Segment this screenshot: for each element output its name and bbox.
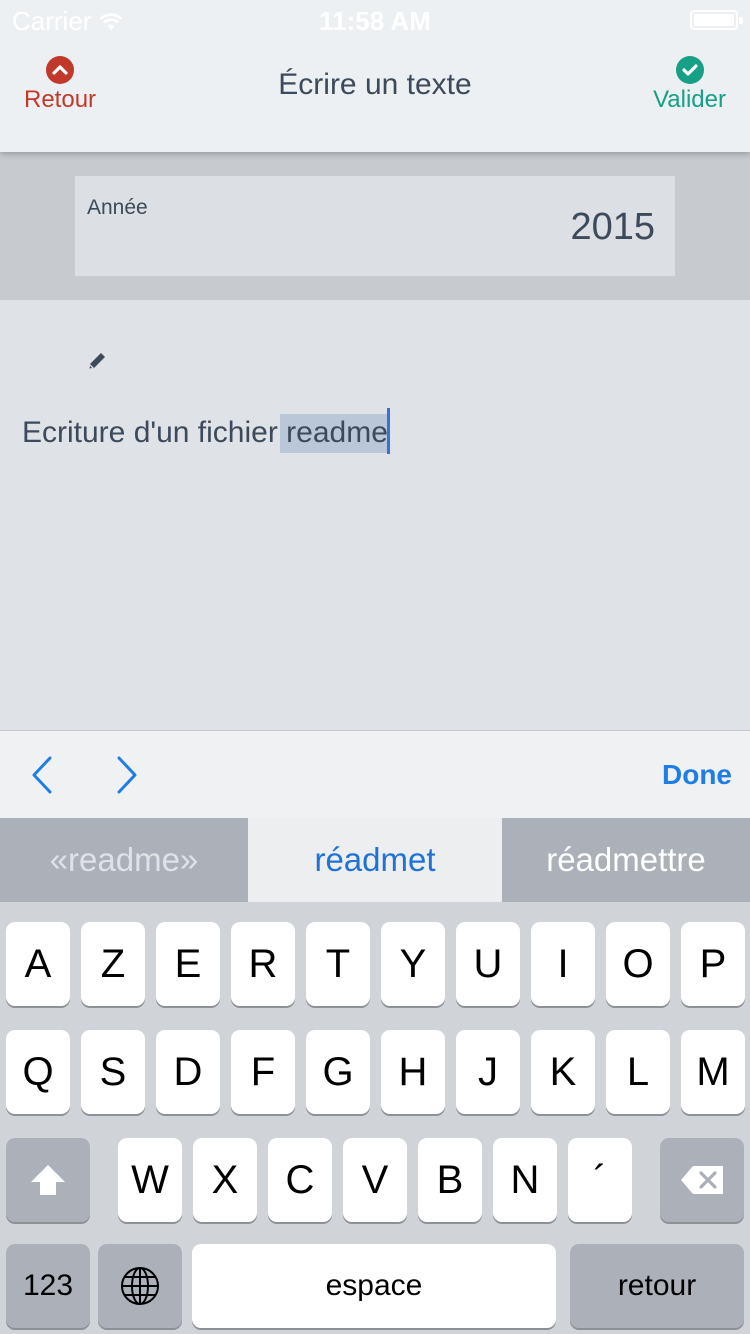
- key-o[interactable]: O: [606, 922, 670, 1006]
- text-before-selection: Ecriture d'un fichier: [22, 416, 287, 449]
- page-title: Écrire un texte: [278, 68, 472, 101]
- key-c[interactable]: C: [268, 1138, 332, 1222]
- numbers-key[interactable]: 123: [6, 1244, 90, 1328]
- key-e[interactable]: E: [156, 922, 220, 1006]
- globe-key[interactable]: [98, 1244, 182, 1328]
- selected-word: readme: [280, 414, 388, 453]
- key-v[interactable]: V: [343, 1138, 407, 1222]
- key-k[interactable]: K: [531, 1030, 595, 1114]
- key-acute-accent[interactable]: ´: [568, 1138, 632, 1222]
- key-b[interactable]: B: [418, 1138, 482, 1222]
- key-w[interactable]: W: [118, 1138, 182, 1222]
- suggestion-2[interactable]: réadmet: [248, 818, 502, 902]
- suggestion-3[interactable]: réadmettre: [502, 818, 750, 902]
- navigation-bar: Carrier 11:58 AM Retour Écrire un texte …: [0, 0, 750, 152]
- key-y[interactable]: Y: [381, 922, 445, 1006]
- key-q[interactable]: Q: [6, 1030, 70, 1114]
- key-h[interactable]: H: [381, 1030, 445, 1114]
- key-u[interactable]: U: [456, 922, 520, 1006]
- check-circle-icon: [675, 56, 704, 84]
- backspace-icon: [681, 1166, 723, 1194]
- year-field[interactable]: Année 2015: [75, 176, 675, 276]
- key-g[interactable]: G: [306, 1030, 370, 1114]
- key-s[interactable]: S: [81, 1030, 145, 1114]
- year-label: Année: [87, 196, 148, 219]
- done-button[interactable]: Done: [662, 759, 732, 791]
- keyboard: A Z E R T Y U I O P Q S D F G H J K L M …: [0, 902, 750, 1334]
- key-z[interactable]: Z: [81, 922, 145, 1006]
- delete-key[interactable]: [660, 1138, 744, 1222]
- space-key[interactable]: espace: [192, 1244, 556, 1328]
- battery-icon: [690, 10, 743, 30]
- shift-key[interactable]: [6, 1138, 90, 1222]
- chevron-left-icon[interactable]: [30, 755, 54, 795]
- key-n[interactable]: N: [493, 1138, 557, 1222]
- editor-text: Ecriture d'un fichier readme: [22, 408, 390, 454]
- year-panel: Année 2015: [0, 152, 750, 300]
- key-a[interactable]: A: [6, 922, 70, 1006]
- key-l[interactable]: L: [606, 1030, 670, 1114]
- key-j[interactable]: J: [456, 1030, 520, 1114]
- clock: 11:58 AM: [319, 6, 431, 36]
- return-key[interactable]: retour: [570, 1244, 744, 1328]
- text-editor[interactable]: Ecriture d'un fichier readme: [0, 300, 750, 730]
- key-d[interactable]: D: [156, 1030, 220, 1114]
- keyboard-accessory-bar: Done: [0, 730, 750, 818]
- validate-label: Valider: [653, 86, 726, 113]
- globe-icon: [121, 1267, 159, 1305]
- chevron-right-icon[interactable]: [115, 755, 139, 795]
- suggestion-1[interactable]: «readme»: [0, 818, 248, 902]
- key-i[interactable]: I: [531, 922, 595, 1006]
- pencil-icon: [89, 353, 105, 369]
- key-x[interactable]: X: [193, 1138, 257, 1222]
- status-bar: Carrier 11:58 AM: [0, 0, 750, 40]
- key-f[interactable]: F: [231, 1030, 295, 1114]
- year-value: 2015: [570, 206, 655, 248]
- validate-button[interactable]: Valider: [653, 56, 726, 114]
- key-m[interactable]: M: [681, 1030, 745, 1114]
- key-p[interactable]: P: [681, 922, 745, 1006]
- suggestion-bar: «readme» réadmet réadmettre: [0, 818, 750, 902]
- text-caret: [386, 408, 390, 454]
- key-r[interactable]: R: [231, 922, 295, 1006]
- key-t[interactable]: T: [306, 922, 370, 1006]
- shift-icon: [31, 1165, 65, 1195]
